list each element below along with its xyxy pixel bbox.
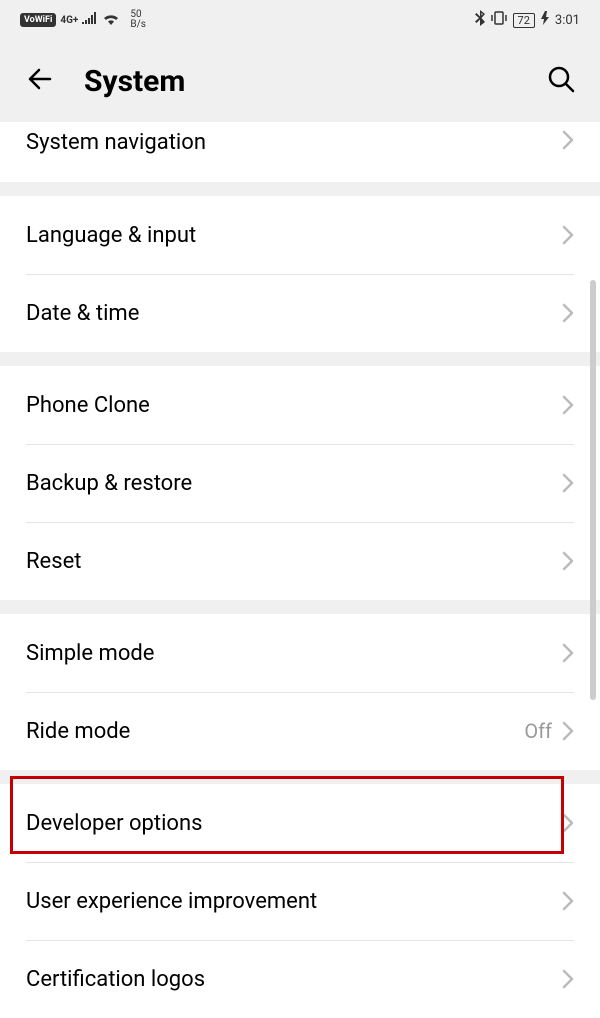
- settings-item-reset[interactable]: Reset: [0, 522, 600, 600]
- back-button[interactable]: [24, 63, 56, 99]
- network-type: 4G+: [60, 15, 78, 26]
- chevron-right-icon: [562, 303, 574, 323]
- item-label: Reset: [26, 549, 81, 574]
- item-label: Simple mode: [26, 641, 154, 666]
- settings-section: System navigation: [0, 122, 600, 182]
- settings-item-certification-logos[interactable]: Certification logos: [0, 940, 600, 1018]
- battery-indicator: 72: [513, 13, 535, 28]
- settings-item-developer-options[interactable]: Developer options: [0, 784, 600, 862]
- settings-item-system-navigation[interactable]: System navigation: [0, 122, 600, 182]
- chevron-right-icon: [562, 643, 574, 663]
- settings-item-simple-mode[interactable]: Simple mode: [0, 614, 600, 692]
- settings-section: Phone Clone Backup & restore Reset: [0, 366, 600, 600]
- status-bar: VoWiFi 4G+ 50 B/s 72: [0, 0, 600, 40]
- settings-section: Language & input Date & time: [0, 196, 600, 352]
- item-label: User experience improvement: [26, 889, 317, 914]
- item-label: Ride mode: [26, 719, 130, 744]
- vowifi-badge: VoWiFi: [20, 13, 56, 27]
- item-label: System navigation: [26, 130, 206, 155]
- settings-item-language-input[interactable]: Language & input: [0, 196, 600, 274]
- settings-section: Simple mode Ride mode Off: [0, 614, 600, 770]
- chevron-right-icon: [562, 395, 574, 415]
- chevron-right-icon: [562, 969, 574, 989]
- chevron-right-icon: [562, 721, 574, 741]
- search-button[interactable]: [546, 64, 576, 98]
- item-value: Off: [524, 719, 552, 743]
- bluetooth-icon: [475, 10, 485, 30]
- item-label: Certification logos: [26, 967, 205, 992]
- settings-item-ride-mode[interactable]: Ride mode Off: [0, 692, 600, 770]
- chevron-right-icon: [562, 813, 574, 833]
- settings-item-phone-clone[interactable]: Phone Clone: [0, 366, 600, 444]
- chevron-right-icon: [562, 130, 574, 150]
- vibrate-icon: [491, 11, 507, 29]
- settings-section: Developer options User experience improv…: [0, 784, 600, 1018]
- item-label: Developer options: [26, 811, 202, 836]
- app-header: System: [0, 40, 600, 122]
- item-label: Date & time: [26, 301, 139, 326]
- settings-item-user-experience[interactable]: User experience improvement: [0, 862, 600, 940]
- scrollbar[interactable]: [590, 280, 596, 700]
- chevron-right-icon: [562, 473, 574, 493]
- charging-icon: [541, 11, 549, 29]
- data-speed: 50 B/s: [130, 10, 146, 30]
- clock-time: 3:01: [555, 13, 580, 28]
- page-title: System: [84, 64, 518, 99]
- item-label: Language & input: [26, 223, 196, 248]
- settings-item-backup-restore[interactable]: Backup & restore: [0, 444, 600, 522]
- chevron-right-icon: [562, 891, 574, 911]
- item-label: Phone Clone: [26, 393, 150, 418]
- chevron-right-icon: [562, 551, 574, 571]
- signal-icon: [82, 12, 98, 28]
- wifi-icon: [102, 12, 120, 29]
- chevron-right-icon: [562, 225, 574, 245]
- item-label: Backup & restore: [26, 471, 192, 496]
- settings-item-date-time[interactable]: Date & time: [0, 274, 600, 352]
